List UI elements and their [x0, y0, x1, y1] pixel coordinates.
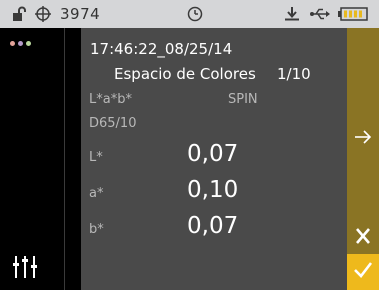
download-icon	[283, 0, 301, 28]
color-space-count: 1/10	[277, 65, 311, 83]
close-icon	[355, 227, 371, 249]
arrow-right-icon	[354, 129, 372, 148]
device-screen: 3974 17:46:22_08/25/14 Espacio de Colore…	[0, 0, 379, 290]
clock-icon	[187, 0, 203, 28]
b-star-label: b*	[89, 222, 104, 237]
dot-violet	[18, 41, 23, 46]
action-column	[347, 28, 379, 290]
color-space-label: Espacio de Colores	[114, 65, 256, 83]
timestamp: 17:46:22_08/25/14	[90, 40, 233, 58]
color-dots-icon[interactable]	[10, 41, 31, 46]
l-star-value: 0,07	[187, 141, 239, 167]
next-button[interactable]	[347, 123, 379, 153]
serial-number: 3974	[60, 5, 101, 23]
l-star-label: L*	[89, 150, 103, 165]
measurement-panel: 17:46:22_08/25/14 Espacio de Colores 1/1…	[81, 28, 347, 290]
b-star-value: 0,07	[187, 213, 239, 239]
check-icon	[353, 260, 373, 284]
illuminant-observer: D65/10	[89, 116, 137, 131]
target-icon	[35, 0, 51, 28]
unlock-icon	[12, 0, 28, 28]
usb-icon	[309, 0, 331, 28]
sliders-icon[interactable]	[12, 254, 38, 282]
a-star-value: 0,10	[187, 177, 239, 203]
confirm-button[interactable]	[347, 254, 379, 290]
cancel-button[interactable]	[347, 223, 379, 253]
panel-edge	[65, 28, 81, 290]
dot-green	[26, 41, 31, 46]
spin-mode: SPIN	[228, 92, 258, 107]
status-bar: 3974	[0, 0, 379, 28]
sidebar	[0, 28, 64, 290]
dot-red	[10, 41, 15, 46]
a-star-label: a*	[89, 186, 104, 201]
battery-icon	[338, 0, 368, 28]
color-mode: L*a*b*	[89, 92, 132, 107]
